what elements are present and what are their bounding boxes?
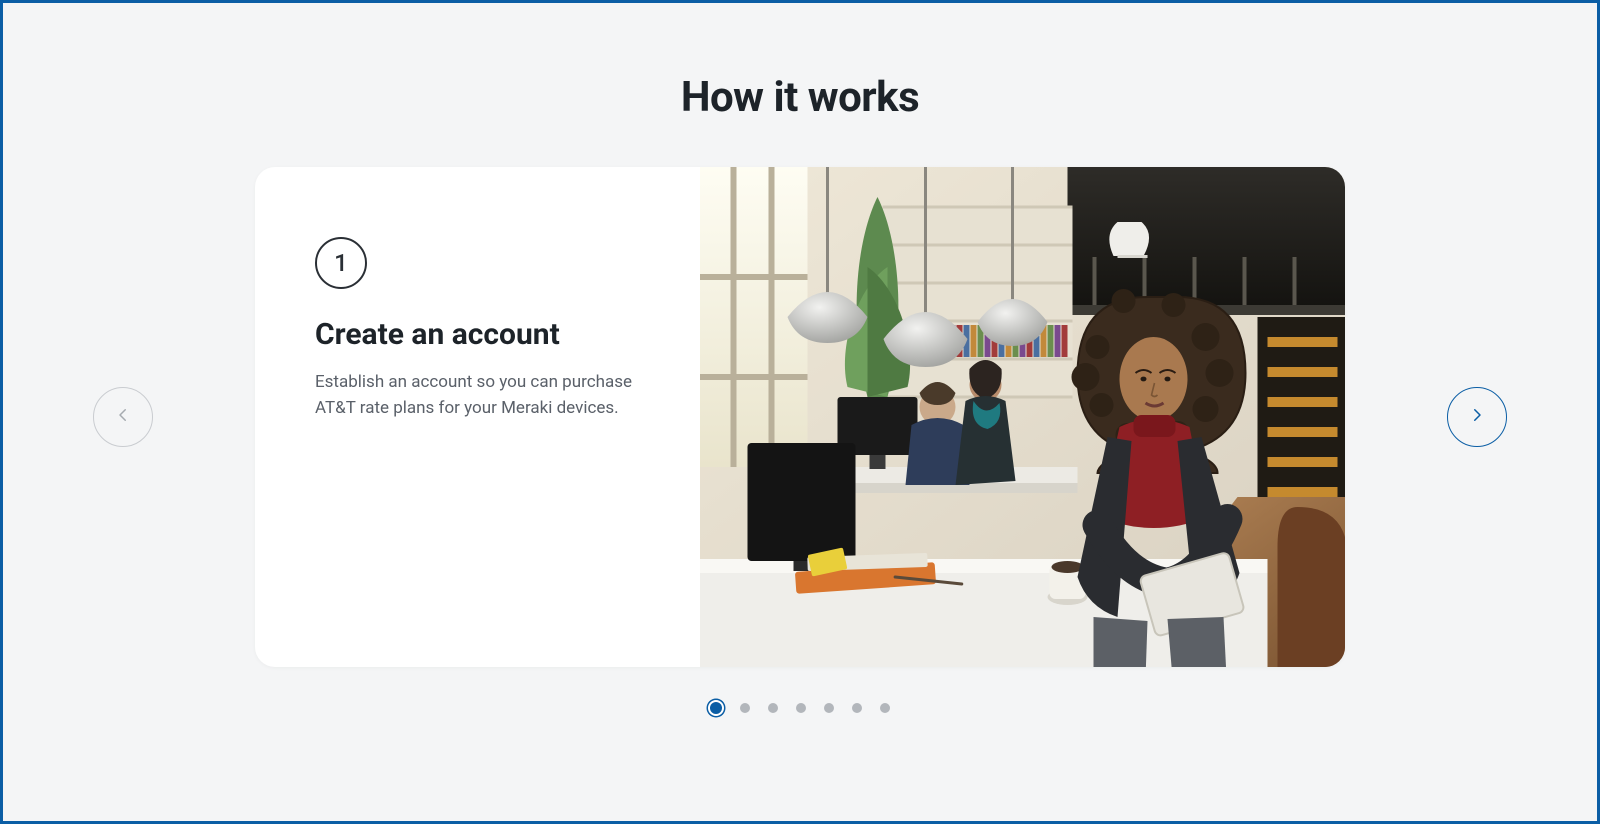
pagination-dot-3[interactable] bbox=[768, 703, 778, 713]
pagination-dot-5[interactable] bbox=[824, 703, 834, 713]
slide-card: 1 Create an account Establish an account… bbox=[255, 167, 1345, 667]
slide-title: Create an account bbox=[315, 317, 650, 352]
pagination-dot-2[interactable] bbox=[740, 703, 750, 713]
carousel-next-button[interactable] bbox=[1447, 387, 1507, 447]
pagination-dot-6[interactable] bbox=[852, 703, 862, 713]
how-it-works-section: How it works 1 Create an account Establi… bbox=[0, 0, 1600, 824]
carousel-prev-button[interactable] bbox=[93, 387, 153, 447]
chevron-left-icon bbox=[114, 406, 132, 428]
pagination-dot-7[interactable] bbox=[880, 703, 890, 713]
pagination-dot-1[interactable] bbox=[710, 702, 722, 714]
carousel-pagination bbox=[710, 702, 890, 714]
carousel: 1 Create an account Establish an account… bbox=[3, 167, 1597, 667]
slide-image bbox=[700, 167, 1345, 667]
section-title: How it works bbox=[681, 73, 919, 122]
step-number-badge: 1 bbox=[315, 237, 367, 289]
chevron-right-icon bbox=[1468, 406, 1486, 428]
office-scene-illustration bbox=[700, 167, 1345, 667]
slide-description: Establish an account so you can purchase… bbox=[315, 370, 645, 421]
pagination-dot-4[interactable] bbox=[796, 703, 806, 713]
slide-content: 1 Create an account Establish an account… bbox=[255, 167, 700, 667]
